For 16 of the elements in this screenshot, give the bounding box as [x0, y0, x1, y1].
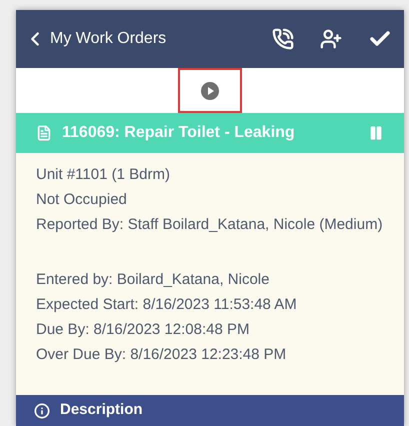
- play-button[interactable]: [178, 68, 242, 113]
- detail-text: Unit #1101 (1 Bdrm): [36, 165, 171, 185]
- section-title: Description: [60, 400, 143, 420]
- detail-text: Over Due By: 8/16/2023 12:23:48 PM: [36, 345, 288, 365]
- detail-text: Due By: 8/16/2023 12:08:48 PM: [36, 320, 250, 340]
- detail-text: Not Occupied: [36, 190, 128, 210]
- detail-text: Reported By: Staff Boilard_Katana, Nicole (Medium): [36, 215, 384, 235]
- add-user-button[interactable]: [320, 28, 342, 50]
- play-icon: [201, 82, 219, 100]
- document-icon: [36, 125, 52, 141]
- detail-text: Expected Start: 8/16/2023 11:53:48 AM: [36, 295, 298, 315]
- back-button[interactable]: My Work Orders: [24, 27, 166, 51]
- detail-text: Entered by: Boilard_Katana, Nicole: [36, 270, 270, 290]
- work-order-title: 116069: Repair Toilet - Leaking: [62, 123, 295, 143]
- phone-button[interactable]: [272, 28, 294, 50]
- info-icon: [34, 402, 50, 418]
